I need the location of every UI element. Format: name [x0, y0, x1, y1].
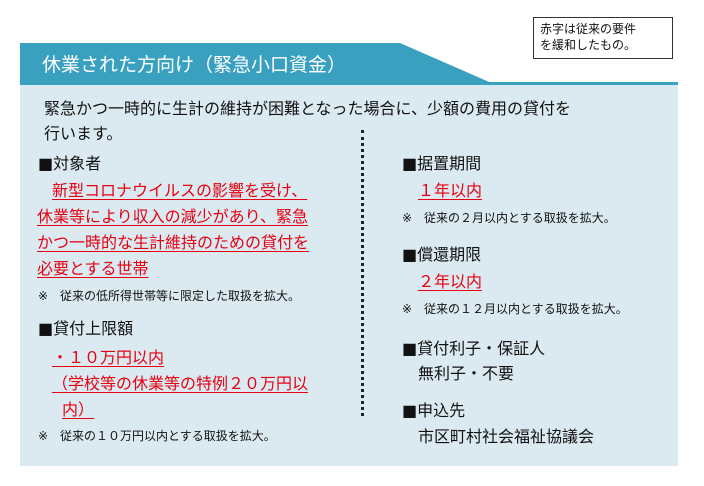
- limit-line-2: （学校等の休業等の特例２０万円以: [52, 374, 309, 393]
- limit-note: ※ 従来の１０万円以内とする取扱を拡大。: [38, 429, 276, 443]
- column-divider: [361, 130, 364, 416]
- intro-line-2: 行います。: [44, 124, 123, 143]
- deferral-value: １年以内: [418, 181, 483, 200]
- target-line-3: かつ一時的な生計維持のための貸付を: [37, 233, 310, 252]
- target-heading: ■対象者: [38, 154, 102, 173]
- deferral-note: ※ 従来の２月以内とする取扱を拡大。: [402, 211, 616, 225]
- legend-note-line-1: 赤字は従来の要件: [540, 22, 637, 36]
- target-line-4: 必要とする世帯: [37, 259, 149, 278]
- limit-heading: ■貸付上限額: [38, 319, 134, 338]
- limit-line-1: ・１０万円以内: [52, 348, 165, 367]
- limit-line-3: 内）: [62, 400, 95, 419]
- target-line-2: 休業等により収入の減少があり、緊急: [37, 207, 309, 226]
- repayment-heading: ■償還期限: [402, 245, 482, 264]
- deferral-heading: ■据置期間: [402, 154, 482, 173]
- intro-line-1: 緊急かつ一時的に生計の維持が困難となった場合に、少額の費用の貸付を: [44, 99, 572, 118]
- section-header: 休業された方向け（緊急小口資金）: [20, 43, 678, 85]
- repayment-value: ２年以内: [418, 272, 483, 291]
- page-title: 休業された方向け（緊急小口資金）: [42, 54, 347, 76]
- apply-heading: ■申込先: [402, 401, 466, 420]
- intro-text: 緊急かつ一時的に生計の維持が困難となった場合に、少額の費用の貸付を 行います。: [44, 96, 654, 146]
- interest-heading: ■貸付利子・保証人: [402, 339, 546, 358]
- apply-value: 市区町村社会福祉協議会: [418, 427, 595, 446]
- target-note: ※ 従来の低所得世帯等に限定した取扱を拡大。: [38, 289, 301, 303]
- repayment-note: ※ 従来の１２月以内とする取扱を拡大。: [402, 302, 628, 316]
- interest-value: 無利子・不要: [418, 364, 515, 383]
- target-line-1: 新型コロナウイルスの影響を受け、: [52, 181, 308, 200]
